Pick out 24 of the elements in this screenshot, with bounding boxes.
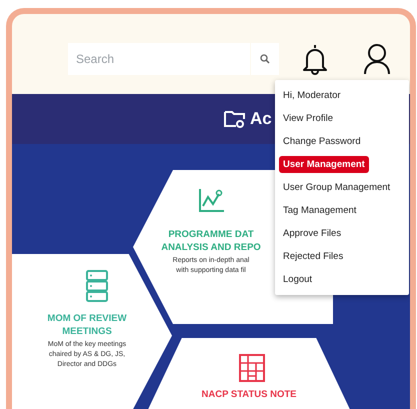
menu-item[interactable]: User Group Management — [279, 179, 394, 196]
grid-icon — [239, 354, 265, 382]
menu-item[interactable]: Approve Files — [279, 225, 346, 242]
menu-item[interactable]: View Profile — [279, 110, 337, 127]
page-title: Ac — [250, 108, 272, 130]
tile-title: PROGRAMME DAT — [168, 228, 254, 241]
tile-title: MEETINGS — [62, 325, 112, 338]
menu-item[interactable]: Logout — [279, 271, 316, 288]
chart-icon — [199, 188, 225, 212]
search-icon — [260, 54, 270, 64]
bell-icon[interactable] — [301, 43, 329, 75]
menu-item[interactable]: User Management — [279, 156, 369, 173]
search-field[interactable]: Search — [68, 43, 250, 75]
tile-title: MOM OF REVIEW — [47, 312, 127, 325]
search-button[interactable] — [251, 43, 279, 75]
menu-item[interactable]: Hi, Moderator — [279, 87, 345, 104]
user-icon[interactable] — [363, 43, 391, 75]
menu-item[interactable]: Rejected Files — [279, 248, 348, 265]
menu-item[interactable]: Tag Management — [279, 202, 360, 219]
tile-title: NACP STATUS NOTE — [201, 388, 296, 401]
folder-icon — [224, 109, 246, 129]
tile-title: ANALYSIS AND REPO — [161, 241, 261, 254]
menu-item[interactable]: Change Password — [279, 133, 365, 150]
server-icon — [86, 270, 108, 302]
